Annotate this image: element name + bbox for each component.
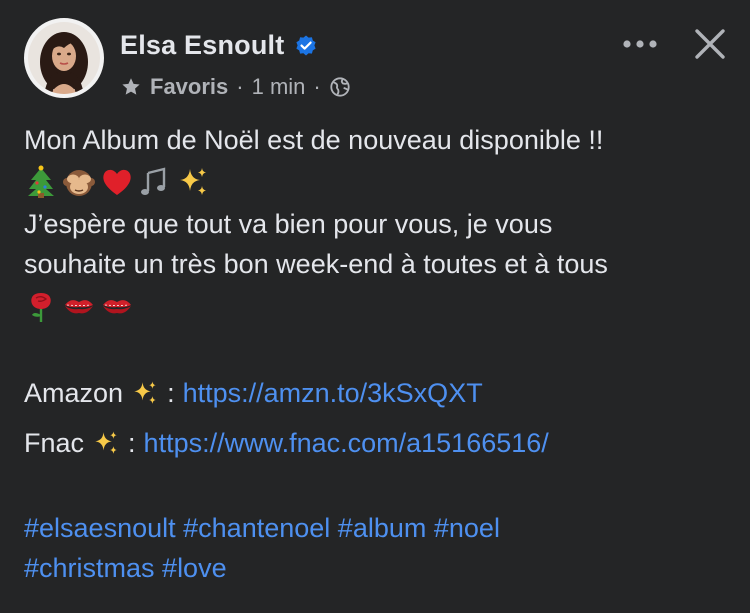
- meta-separator-2: ·: [313, 74, 321, 99]
- more-options-icon: [623, 40, 657, 48]
- hashtag-link[interactable]: #chantenoel: [183, 513, 330, 543]
- facebook-post: Elsa Esnoult Favoris · 1 min · Mon Album…: [0, 0, 750, 613]
- more-options-button[interactable]: [616, 26, 664, 62]
- rose-icon: [31, 293, 51, 322]
- christmas-tree-icon: [28, 165, 54, 198]
- author-name[interactable]: Elsa Esnoult: [120, 30, 284, 61]
- sparkles-icon: [134, 381, 156, 404]
- close-button[interactable]: [688, 22, 732, 66]
- sparkles-icon: [180, 168, 206, 195]
- post-text-line: Mon Album de Noël est de nouveau disponi…: [24, 125, 604, 155]
- red-heart-icon: [103, 169, 131, 195]
- hashtag-link[interactable]: #christmas: [24, 553, 155, 583]
- amazon-link[interactable]: https://amzn.to/3kSxQXT: [183, 373, 483, 413]
- hashtag-link[interactable]: #love: [162, 553, 227, 583]
- amazon-label: Amazon: [24, 378, 124, 408]
- meta-separator: ·: [236, 74, 244, 99]
- globe-icon: [330, 77, 350, 97]
- author-row: Elsa Esnoult: [120, 30, 318, 61]
- amazon-separator: :: [167, 378, 175, 408]
- verified-badge-icon: [296, 35, 317, 55]
- hashtag-line-2: #christmas #love: [24, 548, 730, 588]
- amazon-line: Amazon : https://amzn.to/3kSxQXT: [24, 368, 730, 418]
- fnac-line: Fnac : https://www.fnac.com/a15166516/: [24, 418, 730, 468]
- audience-label[interactable]: Favoris: [150, 74, 228, 100]
- close-icon: [695, 29, 725, 59]
- post-content: Mon Album de Noël est de nouveau disponi…: [24, 120, 730, 588]
- hashtag-link[interactable]: #noel: [434, 513, 500, 543]
- musical-notes-icon: [141, 167, 166, 195]
- fnac-link[interactable]: https://www.fnac.com/a15166516/: [144, 423, 549, 463]
- emoji-row-1: [24, 160, 730, 204]
- avatar[interactable]: [24, 18, 104, 98]
- sparkles-icon: [95, 431, 117, 454]
- post-text-line: souhaite un très bon week-end à toutes e…: [24, 249, 608, 279]
- fnac-separator: :: [128, 428, 136, 458]
- post-meta: Favoris · 1 min ·: [120, 74, 351, 100]
- star-icon: [122, 78, 140, 95]
- avatar-photo: [28, 22, 100, 94]
- hashtag-line-1: #elsaesnoult #chantenoel #album #noel: [24, 508, 730, 548]
- post-text-line: J’espère que tout va bien pour vous, je …: [24, 209, 553, 239]
- see-no-evil-monkey-icon: [63, 170, 95, 196]
- hashtag-link[interactable]: #elsaesnoult: [24, 513, 176, 543]
- kiss-mark-icon: [65, 300, 93, 314]
- fnac-label: Fnac: [24, 428, 85, 458]
- timestamp[interactable]: 1 min: [252, 74, 306, 100]
- emoji-row-2: [24, 284, 730, 328]
- kiss-mark-icon: [103, 300, 131, 314]
- hashtag-link[interactable]: #album: [338, 513, 427, 543]
